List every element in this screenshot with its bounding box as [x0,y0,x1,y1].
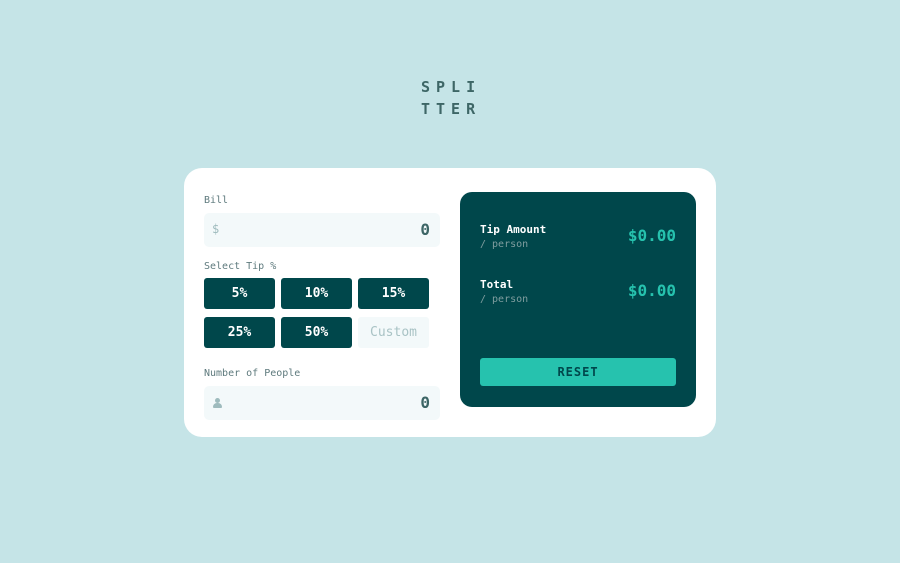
bill-value: 0 [420,220,430,239]
people-input[interactable]: 0 [204,386,440,420]
logo-line-2: TTER [421,100,482,118]
tip-25-button[interactable]: 25% [204,317,275,348]
person-icon [213,398,222,409]
tip-10-button[interactable]: 10% [281,278,352,309]
tip-amount-value: $0.00 [627,226,676,245]
people-label: Number of People [204,368,301,379]
dollar-icon: $ [212,222,220,236]
tip-5-button[interactable]: 5% [204,278,275,309]
app-logo: SPLI TTER [421,76,491,120]
tip-amount-title: Tip Amount [480,223,547,236]
logo-line-1: SPLI [421,78,482,96]
total-value: $0.00 [627,281,676,300]
bill-input[interactable]: $ 0 [204,213,440,247]
select-tip-label: Select Tip % [204,261,277,272]
bill-label: Bill [204,195,229,206]
calculator-card: Bill $ 0 Select Tip % 5% 10% 15% 25% 50%… [184,168,716,437]
total-title: Total [480,278,514,291]
tip-15-button[interactable]: 15% [358,278,429,309]
reset-button[interactable]: RESET [480,358,676,386]
people-value: 0 [420,393,430,412]
tip-50-button[interactable]: 50% [281,317,352,348]
total-sub: / person [480,294,529,305]
results-panel: Tip Amount / person $0.00 Total / person… [460,192,696,407]
tip-amount-sub: / person [480,239,529,250]
tip-custom-input[interactable]: Custom [358,317,429,348]
